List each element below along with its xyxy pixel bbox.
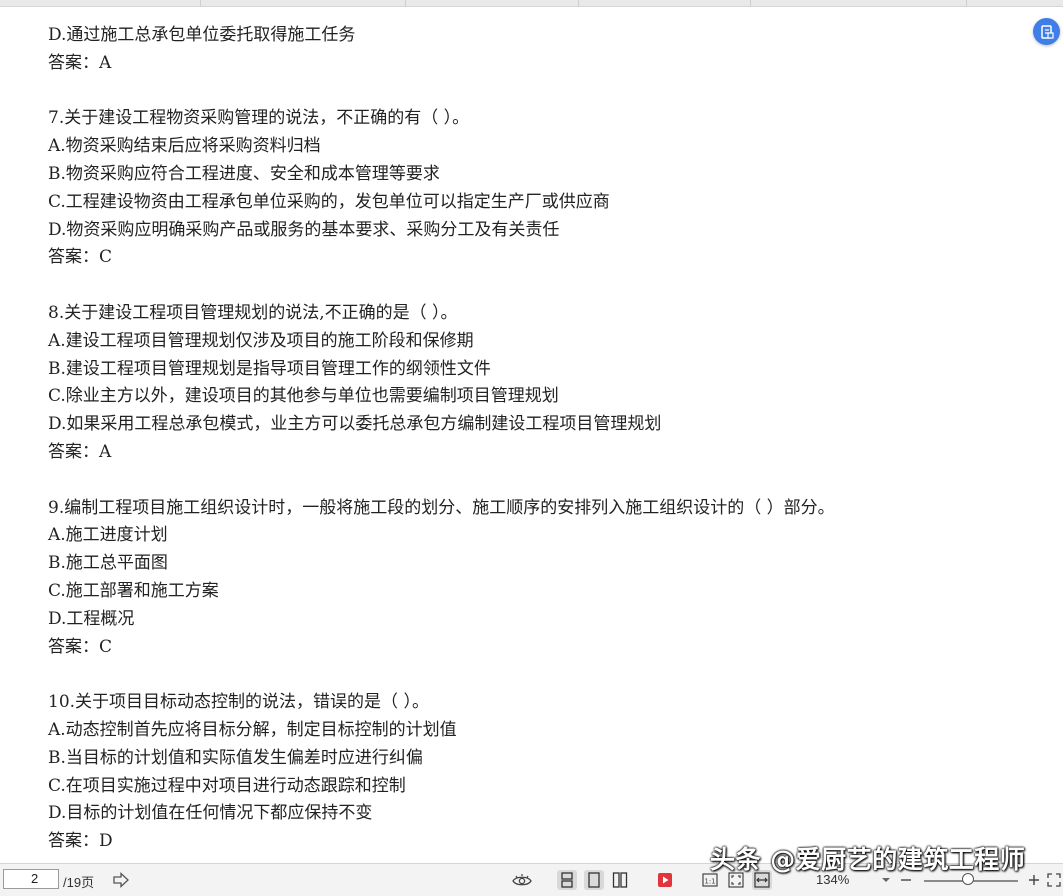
document-text-line: B.当目标的计划值和实际值发生偏差时应进行纠偏 bbox=[48, 747, 423, 768]
page-total-label: /19页 bbox=[63, 875, 95, 890]
play-slideshow-button[interactable] bbox=[655, 870, 675, 890]
document-text-line: 8.关于建设工程项目管理规划的说法,不正确的是（ ）。 bbox=[48, 302, 458, 323]
answer-line: 答案：A bbox=[48, 52, 112, 73]
document-text-line: D.工程概况 bbox=[48, 608, 135, 629]
fullscreen-button[interactable] bbox=[1044, 870, 1063, 890]
document-tool-icon bbox=[1040, 24, 1054, 39]
document-text-line: D.通过施工总承包单位委托取得施工任务 bbox=[48, 25, 356, 45]
document-text-line: 10.关于项目目标动态控制的说法，错误的是（ ）。 bbox=[48, 692, 429, 713]
document-text-line: C.在项目实施过程中对项目进行动态跟踪和控制 bbox=[48, 775, 406, 796]
continuous-view-button[interactable] bbox=[584, 870, 604, 890]
document-text-line: C.工程建设物资由工程承包单位采购的，发包单位可以指定生产厂或供应商 bbox=[48, 191, 610, 212]
answer-line: 答案：A bbox=[48, 441, 112, 462]
document-text-line: 9.编制工程项目施工组织设计时，一般将施工段的划分、施工顺序的安排列入施工组织设… bbox=[48, 497, 835, 518]
answer-line: 答案：C bbox=[48, 636, 113, 657]
arrow-right-icon bbox=[113, 872, 129, 888]
single-page-view-button[interactable] bbox=[557, 870, 577, 890]
two-page-icon bbox=[612, 872, 628, 888]
document-text-line: B.施工总平面图 bbox=[48, 553, 168, 574]
zoom-in-button[interactable] bbox=[1024, 870, 1044, 890]
eye-icon bbox=[512, 874, 532, 886]
play-icon bbox=[658, 873, 672, 887]
document-text-line: B.物资采购应符合工程进度、安全和成本管理等要求 bbox=[48, 163, 440, 184]
two-page-view-button[interactable] bbox=[610, 870, 630, 890]
chevron-down-icon bbox=[882, 878, 890, 882]
document-text-line: D.目标的计划值在任何情况下都应保持不变 bbox=[48, 803, 373, 824]
document-text-line: C.除业主方以外，建设项目的其他参与单位也需要编制项目管理规划 bbox=[48, 386, 559, 407]
document-text-line: A.建设工程项目管理规划仅涉及项目的施工阶段和保修期 bbox=[48, 330, 474, 351]
floating-tool-button[interactable] bbox=[1033, 18, 1060, 45]
next-page-button[interactable] bbox=[111, 870, 131, 890]
single-page-icon bbox=[561, 872, 573, 888]
watermark-text: 头条 @爱厨艺的建筑工程师 bbox=[710, 845, 1026, 874]
plus-icon bbox=[1029, 875, 1039, 885]
document-text-line: A.物资采购结束后应将采购资料归档 bbox=[48, 136, 321, 157]
document-text-line: 7.关于建设工程物资采购管理的说法，不正确的有（ ）。 bbox=[48, 108, 470, 129]
document-page: D.通过施工总承包单位委托取得施工任务 答案：A 7.关于建设工程物资采购管理的说法… bbox=[48, 22, 1028, 856]
document-text-line: C.施工部署和施工方案 bbox=[48, 580, 219, 601]
document-text-line: D.物资采购应明确采购产品或服务的基本要求、采购分工及有关责任 bbox=[48, 219, 560, 240]
top-toolbar-edge bbox=[0, 0, 1063, 7]
answer-line: 答案：C bbox=[48, 247, 113, 268]
document-text-line: A.动态控制首先应将目标分解，制定目标控制的计划值 bbox=[48, 719, 457, 740]
page-icon bbox=[588, 872, 600, 888]
eye-protection-button[interactable] bbox=[512, 870, 532, 890]
page-number-input[interactable]: 2 bbox=[3, 869, 59, 889]
document-text-line: A.施工进度计划 bbox=[48, 525, 168, 546]
fullscreen-icon bbox=[1047, 873, 1061, 887]
document-text-line: B.建设工程项目管理规划是指导项目管理工作的纲领性文件 bbox=[48, 358, 491, 379]
document-text-line: D.如果采用工程总承包模式，业主方可以委托总承包方编制建设工程项目管理规划 bbox=[48, 414, 662, 435]
svg-text:1:1: 1:1 bbox=[704, 878, 715, 886]
